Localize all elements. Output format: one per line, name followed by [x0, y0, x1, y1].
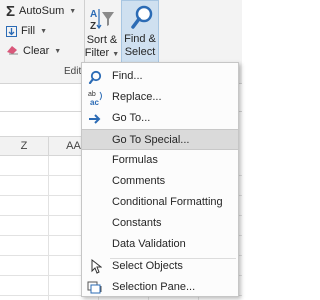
chevron-down-icon: ▼ — [40, 27, 47, 35]
magnifier-icon — [130, 4, 154, 33]
menu-item-go-to[interactable]: Go To... — [82, 108, 238, 129]
svg-text:ac: ac — [90, 98, 99, 106]
find-select-line2: Select — [124, 46, 156, 58]
sort-filter-icon: A Z — [89, 6, 115, 35]
menu-item-comments[interactable]: Comments — [82, 171, 238, 192]
fill-button[interactable]: Fill ▼ — [6, 22, 47, 40]
editing-group-label: Edit — [64, 66, 82, 77]
column-label: Z — [20, 140, 28, 152]
binoculars-icon — [87, 68, 105, 85]
replace-icon: ab ac — [87, 89, 105, 106]
sort-filter-button[interactable]: A Z Sort & Filter ▼ — [83, 2, 121, 64]
menu-item-go-to-special[interactable]: Go To Special... — [82, 129, 238, 150]
sort-filter-line2: Filter — [84, 47, 110, 59]
clear-button[interactable]: Clear ▼ — [6, 42, 61, 60]
menu-item-label: Select Objects — [112, 260, 183, 272]
menu-item-conditional-formatting[interactable]: Conditional Formatting — [82, 192, 238, 213]
cursor-icon — [87, 258, 105, 275]
menu-item-label: Go To... — [112, 112, 151, 124]
arrow-right-icon — [87, 110, 105, 127]
column-label: AA — [66, 140, 81, 152]
menu-item-label: Data Validation — [112, 238, 186, 250]
svg-text:A: A — [90, 9, 97, 20]
autosum-button[interactable]: Σ AutoSum ▼ — [6, 2, 76, 20]
autosum-label: AutoSum — [19, 5, 65, 17]
menu-item-label: Comments — [112, 175, 166, 187]
menu-item-selection-pane[interactable]: Selection Pane... — [82, 277, 238, 298]
find-select-menu: Find... ab ac Replace... Go To... Go To … — [81, 62, 239, 297]
menu-item-select-objects[interactable]: Select Objects — [82, 256, 238, 277]
find-select-button[interactable]: Find & Select ▼ — [121, 0, 159, 70]
eraser-icon — [6, 44, 19, 58]
menu-item-formulas[interactable]: Formulas — [82, 150, 238, 171]
menu-item-label: Formulas — [112, 154, 158, 166]
menu-item-label: Find... — [112, 70, 143, 82]
menu-item-label: Replace... — [112, 91, 162, 103]
menu-item-label: Go To Special... — [112, 134, 190, 146]
menu-item-label: Selection Pane... — [112, 281, 196, 293]
chevron-down-icon: ▼ — [112, 51, 120, 58]
fill-label: Fill — [21, 25, 36, 37]
column-header-z[interactable]: Z — [0, 136, 49, 156]
sort-filter-label: Sort & Filter ▼ — [83, 34, 121, 61]
sort-filter-line1: Sort & — [86, 34, 118, 46]
chevron-down-icon: ▼ — [54, 47, 62, 55]
menu-item-replace[interactable]: ab ac Replace... — [82, 87, 238, 108]
find-select-line1: Find & — [124, 33, 156, 45]
svg-text:Z: Z — [90, 21, 96, 32]
fill-down-icon — [6, 25, 17, 37]
menu-item-label: Constants — [112, 217, 162, 229]
menu-item-find[interactable]: Find... — [82, 66, 238, 87]
menu-item-data-validation[interactable]: Data Validation — [82, 234, 238, 255]
menu-item-label: Conditional Formatting — [112, 196, 223, 208]
svg-text:ab: ab — [88, 91, 96, 98]
menu-item-constants[interactable]: Constants — [82, 213, 238, 234]
clear-label: Clear — [23, 45, 50, 57]
selection-pane-icon — [87, 279, 105, 296]
sigma-icon: Σ — [6, 2, 16, 20]
chevron-down-icon: ▼ — [69, 7, 77, 15]
